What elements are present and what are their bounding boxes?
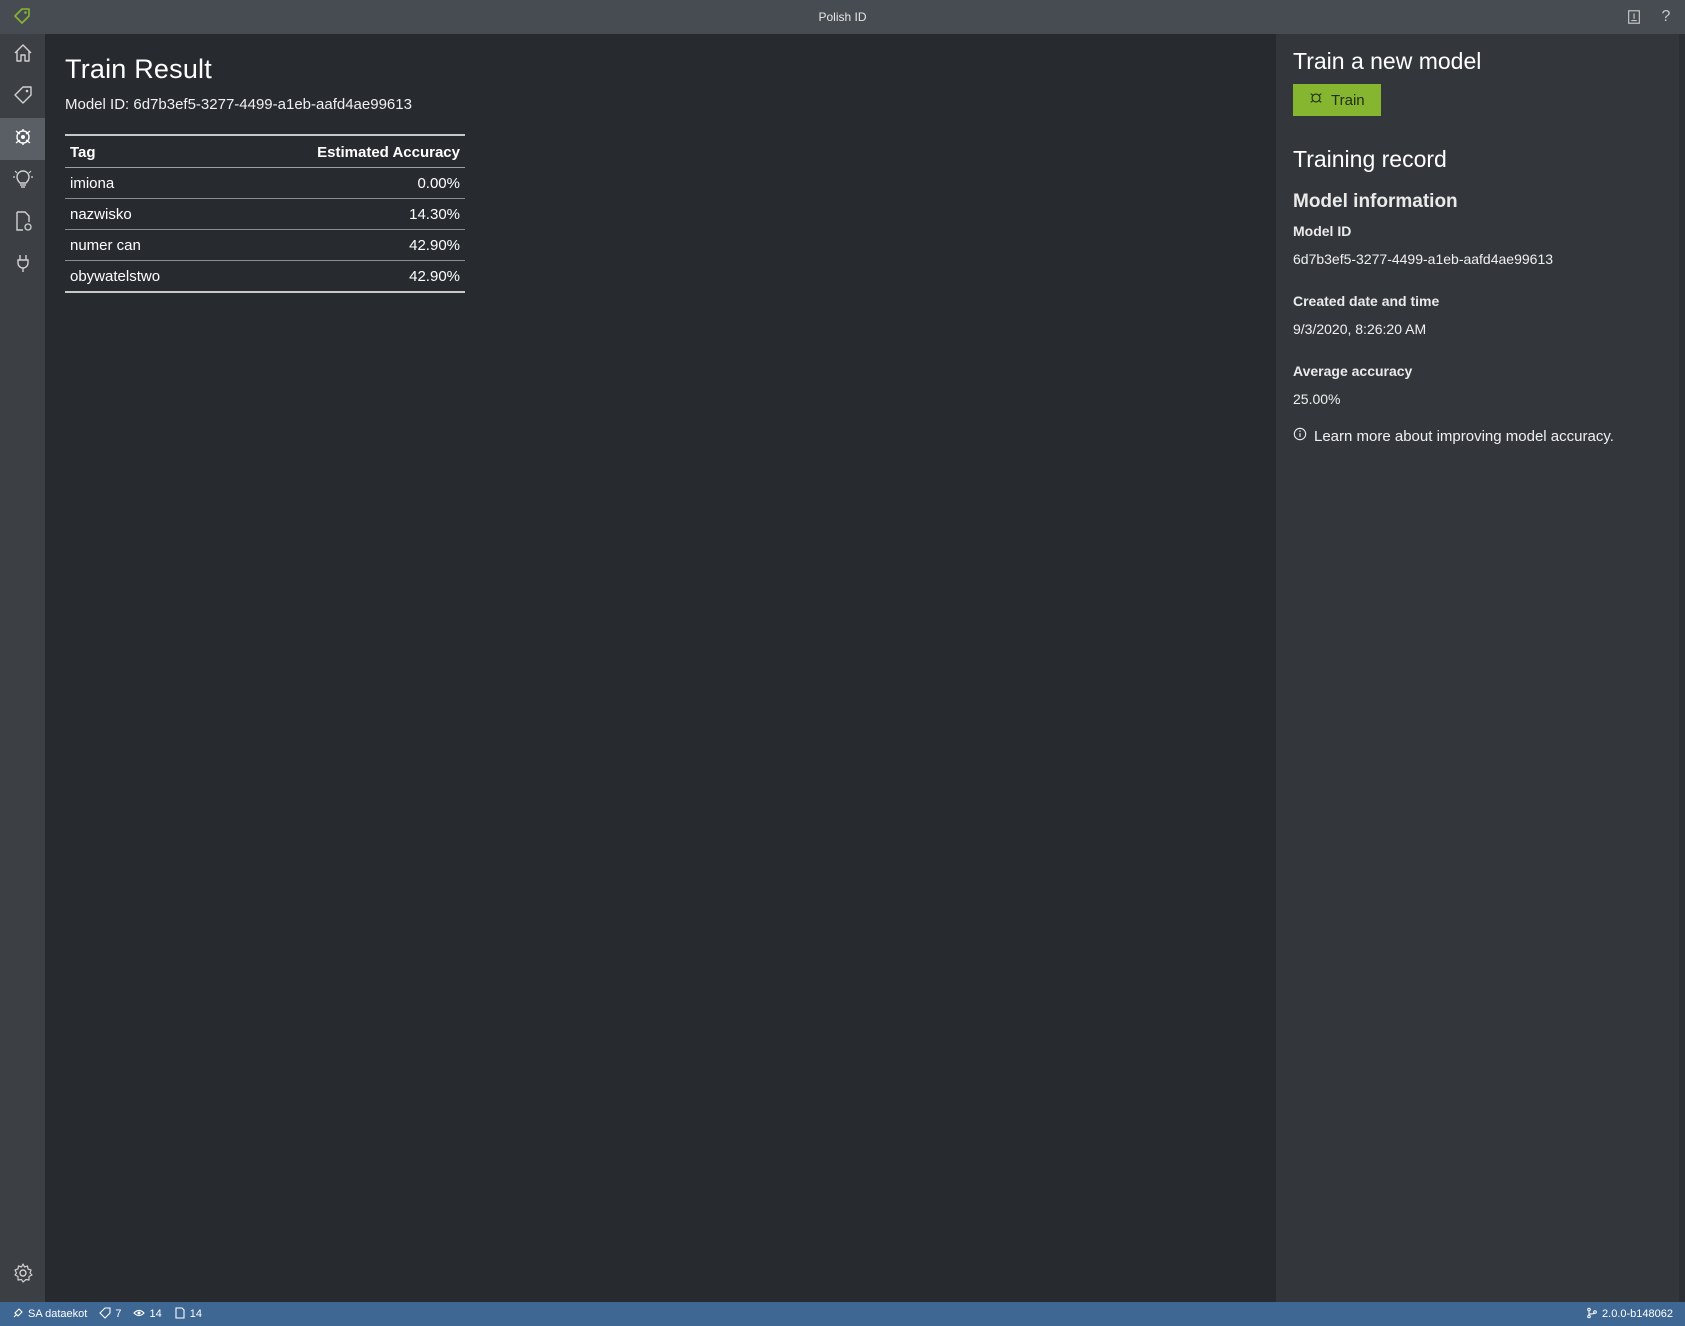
model-id-value: 6d7b3ef5-3277-4499-a1eb-aafd4ae99613 (1293, 251, 1554, 267)
visited-count: 14 (149, 1308, 162, 1320)
column-header-accuracy: Estimated Accuracy (223, 135, 465, 168)
status-connection[interactable]: SA dataekot (12, 1307, 87, 1322)
eye-icon (133, 1307, 146, 1322)
document-icon (174, 1306, 186, 1322)
tags-count: 7 (115, 1308, 122, 1320)
help-icon[interactable]: ? (1657, 8, 1675, 26)
window-title: Polish ID (818, 10, 867, 24)
train-new-model-heading: Train a new model (1293, 48, 1482, 74)
title-bar-actions: ? (1625, 0, 1675, 34)
version-text: 2.0.0-b148062 (1602, 1308, 1673, 1320)
nav-tag-editor[interactable] (0, 76, 45, 118)
table-row: imiona 0.00% (65, 167, 465, 199)
nav-train[interactable] (0, 118, 45, 160)
model-id-label: Model ID (1293, 223, 1352, 239)
branch-icon (1586, 1307, 1598, 1322)
status-visited: 14 (133, 1307, 162, 1322)
accuracy-cell: 14.30% (223, 198, 465, 230)
model-id-text: Model ID: 6d7b3ef5-3277-4499-a1eb-aafd4a… (65, 96, 412, 113)
average-accuracy-label: Average accuracy (1293, 363, 1413, 379)
nav-analyze[interactable] (0, 202, 45, 244)
nav-connections[interactable] (0, 244, 45, 286)
tag-cell: nazwisko (65, 198, 224, 230)
status-tags: 7 (99, 1306, 122, 1322)
plug-icon (12, 252, 34, 279)
table-header-row: Tag Estimated Accuracy (65, 135, 465, 168)
nav-home[interactable] (0, 34, 45, 76)
created-date-label: Created date and time (1293, 293, 1440, 309)
tag-icon (12, 7, 32, 27)
lightbulb-icon (12, 168, 34, 195)
document-gear-icon (12, 210, 34, 237)
table-row: obywatelstwo 42.90% (65, 260, 465, 293)
table-row: nazwisko 14.30% (65, 198, 465, 230)
train-button[interactable]: Train (1293, 84, 1381, 116)
created-date-value: 9/3/2020, 8:26:20 AM (1293, 321, 1427, 337)
home-icon (12, 42, 34, 69)
status-version: 2.0.0-b148062 (1586, 1307, 1673, 1322)
nav-predict[interactable] (0, 160, 45, 202)
learn-more-link[interactable]: Learn more about improving model accurac… (1293, 427, 1673, 445)
train-icon (1309, 91, 1323, 109)
train-button-label: Train (1331, 91, 1365, 109)
status-bar: SA dataekot 7 14 14 2.0.0-b148062 (0, 1302, 1685, 1326)
gear-icon (12, 1262, 34, 1289)
tag-icon (12, 84, 34, 111)
tag-cell: imiona (65, 167, 224, 199)
plug-icon (12, 1307, 24, 1322)
column-header-tag: Tag (65, 135, 224, 168)
page-title: Train Result (65, 54, 212, 84)
nav-settings[interactable] (0, 1254, 45, 1296)
train-page: Train Result Model ID: 6d7b3ef5-3277-449… (45, 34, 1276, 1302)
assets-count: 14 (189, 1308, 202, 1320)
info-icon (1293, 427, 1307, 445)
keyboard-shortcuts-icon[interactable] (1625, 8, 1643, 26)
average-accuracy-value: 25.00% (1293, 391, 1341, 407)
train-side-panel: Train a new model Train Training record … (1276, 34, 1685, 1302)
model-information-heading: Model information (1293, 191, 1458, 212)
learn-more-text: Learn more about improving model accurac… (1314, 427, 1614, 445)
accuracy-cell: 0.00% (223, 167, 465, 199)
left-nav (0, 34, 45, 1302)
tag-cell: obywatelstwo (65, 260, 224, 293)
accuracy-cell: 42.90% (223, 229, 465, 261)
train-result-table: Tag Estimated Accuracy imiona 0.00% nazw… (65, 134, 465, 293)
scrollbar[interactable] (1679, 34, 1685, 1302)
train-icon (12, 126, 34, 153)
accuracy-cell: 42.90% (223, 260, 465, 293)
connection-name: SA dataekot (28, 1308, 88, 1320)
title-bar: Polish ID ? (0, 0, 1685, 34)
tag-icon (99, 1306, 111, 1322)
training-record-heading: Training record (1293, 146, 1447, 172)
status-assets: 14 (174, 1306, 202, 1322)
table-row: numer can 42.90% (65, 229, 465, 261)
tag-cell: numer can (65, 229, 224, 261)
